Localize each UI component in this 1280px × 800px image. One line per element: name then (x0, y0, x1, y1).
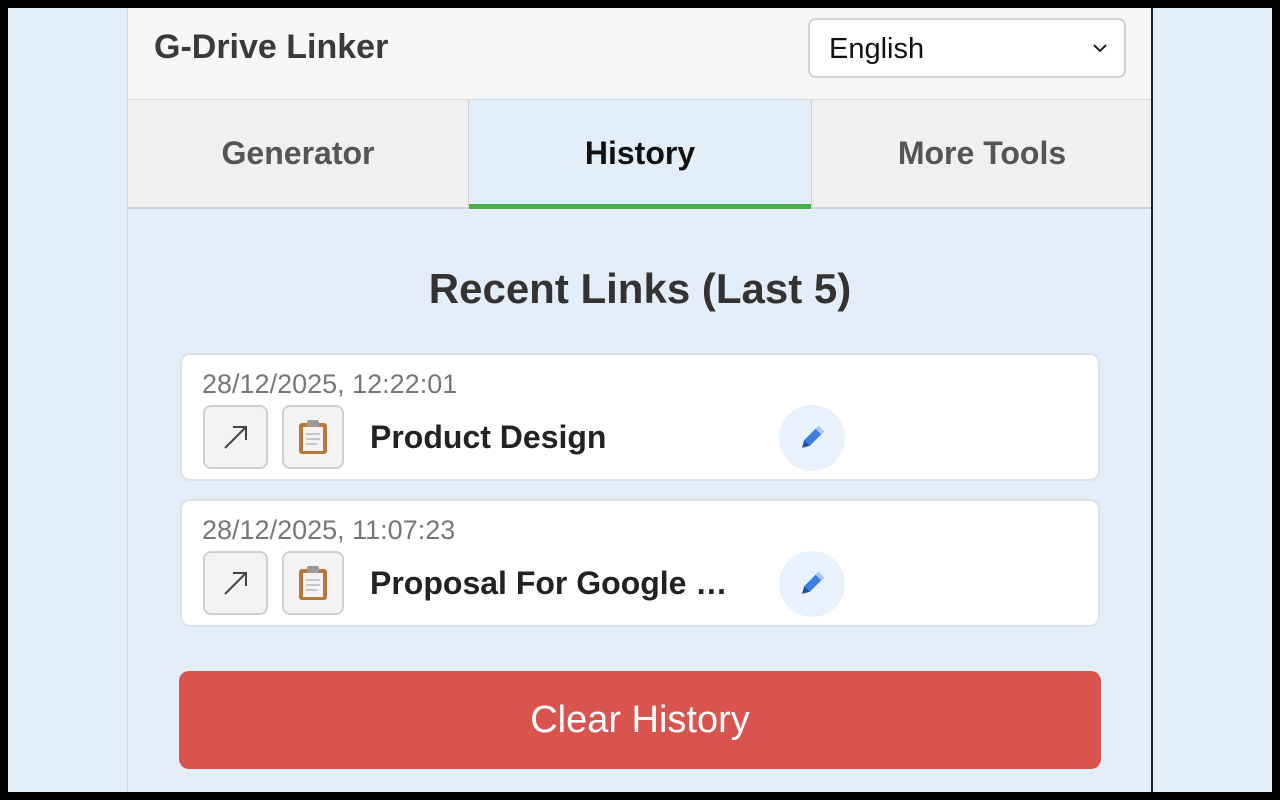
pencil-icon (802, 571, 825, 594)
history-item-name: Proposal For Google … (370, 565, 728, 601)
history-item-timestamp: 28/12/2025, 12:22:01 (202, 369, 458, 399)
window-divider (1151, 8, 1153, 792)
history-item: 28/12/2025, 11:07:23 Proposal For Google… (180, 499, 1100, 627)
copy-link-button[interactable] (282, 551, 344, 615)
screen: G-Drive Linker English Generator History… (8, 8, 1272, 792)
open-link-button[interactable] (203, 551, 268, 615)
chevron-down-icon (1093, 44, 1107, 53)
copy-link-button[interactable] (282, 405, 344, 469)
external-link-arrow-icon (223, 426, 247, 449)
extension-panel: G-Drive Linker English Generator History… (127, 8, 1152, 792)
tab-bar: Generator History More Tools (128, 100, 1152, 209)
header: G-Drive Linker English (128, 8, 1152, 100)
history-item: 28/12/2025, 12:22:01 Product Design (180, 353, 1100, 481)
app-title: G-Drive Linker (154, 28, 389, 66)
tab-more-tools[interactable]: More Tools (812, 100, 1152, 207)
clipboard-icon (299, 420, 327, 454)
history-item-timestamp: 28/12/2025, 11:07:23 (202, 515, 456, 545)
language-select[interactable]: English (808, 18, 1126, 78)
history-item-name: Product Design (370, 419, 607, 455)
section-title: Recent Links (Last 5) (428, 265, 852, 312)
pencil-icon (802, 425, 825, 448)
edit-name-button[interactable] (779, 405, 845, 471)
tab-generator[interactable]: Generator (128, 100, 469, 207)
tab-history[interactable]: History (469, 100, 812, 209)
clipboard-icon (299, 566, 327, 600)
clear-history-button[interactable]: Clear History (179, 671, 1101, 769)
edit-name-button[interactable] (779, 551, 845, 617)
external-link-arrow-icon (223, 572, 247, 595)
open-link-button[interactable] (203, 405, 268, 469)
language-select-value: English (829, 33, 925, 65)
